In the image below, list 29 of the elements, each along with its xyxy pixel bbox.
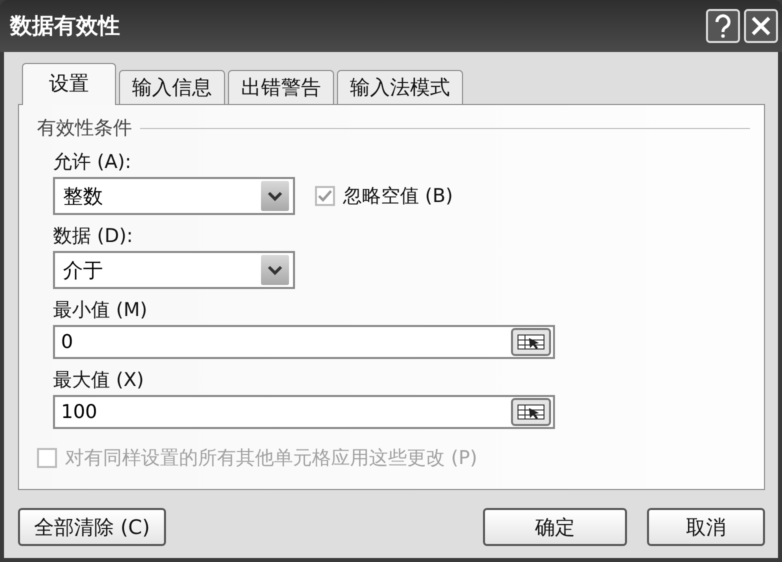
- dropdown[interactable]: 整数: [53, 177, 295, 215]
- checkbox-label: 对有同样设置的所有其他单元格应用这些更改 (P): [65, 446, 478, 471]
- range-select-icon: [517, 334, 545, 350]
- tab[interactable]: 输入信息: [119, 70, 225, 105]
- field-label: 最小值 (M): [53, 298, 148, 323]
- field-label: 数据 (D):: [53, 224, 134, 249]
- help-icon: [714, 14, 732, 38]
- tab[interactable]: 输入法模式: [337, 70, 463, 105]
- chevron-down-icon: [267, 191, 283, 201]
- tab[interactable]: 出错警告: [228, 70, 334, 105]
- dropdown[interactable]: 介于: [53, 251, 295, 289]
- field-label: 最大值 (X): [53, 368, 145, 393]
- chevron-down-icon: [267, 265, 283, 275]
- help-button[interactable]: [706, 9, 740, 43]
- input-field[interactable]: 0: [53, 325, 555, 359]
- group-title: 有效性条件: [37, 116, 132, 141]
- range-select-button[interactable]: [511, 398, 551, 426]
- tab[interactable]: 设置: [22, 63, 116, 105]
- input-field[interactable]: 100: [53, 395, 555, 429]
- close-button[interactable]: [744, 9, 778, 43]
- range-select-button[interactable]: [511, 328, 551, 356]
- checkbox-label: 忽略空值 (B): [343, 184, 453, 209]
- ok-button[interactable]: 确定: [483, 508, 627, 546]
- cancel-button[interactable]: 取消: [647, 508, 765, 546]
- field-label: 允许 (A):: [53, 150, 132, 175]
- clear-all-button[interactable]: 全部清除 (C): [18, 508, 166, 546]
- close-icon: [751, 16, 771, 36]
- window-title: 数据有效性: [10, 13, 121, 41]
- range-select-icon: [517, 404, 545, 420]
